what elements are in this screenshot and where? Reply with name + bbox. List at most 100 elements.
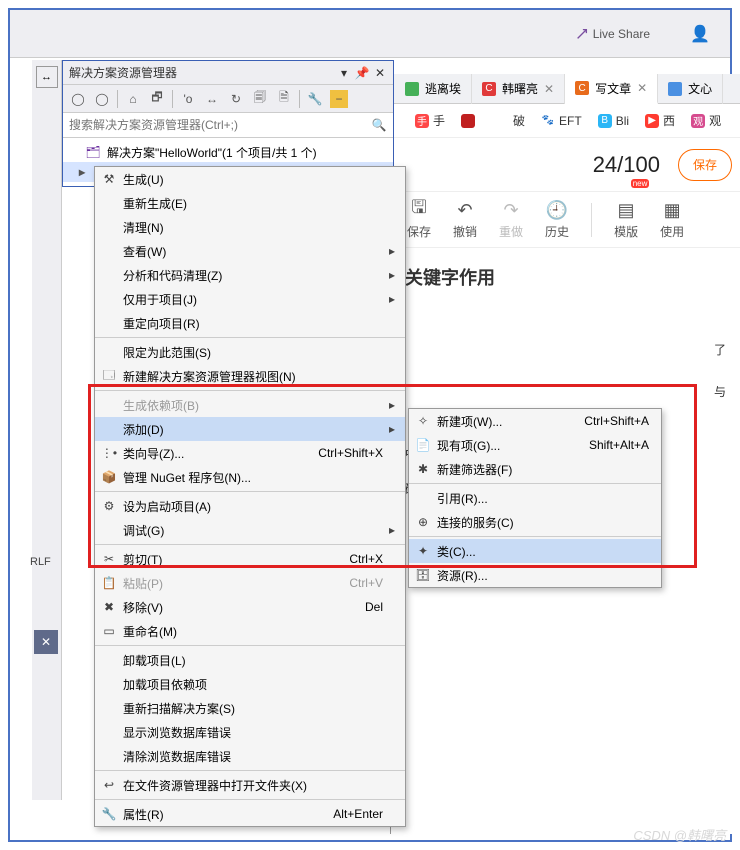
menu-item-label: 重定向项目(R) (123, 315, 387, 332)
collapse-icon[interactable]: ↔ (203, 90, 221, 108)
favorite-label: Bli (616, 114, 629, 128)
home-icon[interactable]: ⌂ (124, 90, 142, 108)
menu-item[interactable]: 分析和代码清理(Z)▸ (95, 263, 405, 287)
menu-item[interactable]: 清理(N) (95, 215, 405, 239)
highlight-icon[interactable]: − (330, 90, 348, 108)
menu-item[interactable]: 生成依赖项(B)▸ (95, 393, 405, 417)
menu-item[interactable]: 🔧属性(R)Alt+Enter (95, 802, 405, 826)
browser-tab[interactable]: C韩曙亮✕ (472, 74, 565, 104)
tool-label: 历史 (545, 223, 569, 240)
editor-tool[interactable]: ▤new模版 (614, 199, 638, 240)
editor-tool[interactable]: 🖫保存 (407, 199, 431, 240)
favorite-item[interactable]: B Bli (598, 114, 629, 128)
menu-item[interactable]: 调试(G)▸ (95, 518, 405, 542)
gear-icon: ⚙ (95, 499, 123, 513)
tab-close-icon[interactable]: ✕ (637, 81, 647, 95)
menu-item[interactable]: ⋮•类向导(Z)...Ctrl+Shift+X (95, 441, 405, 465)
save-button[interactable]: 保存 (678, 149, 732, 181)
menu-item[interactable]: 🗔新建解决方案资源管理器视图(N) (95, 364, 405, 388)
favorite-icon: ▶ (645, 114, 659, 128)
redo-icon: ↷ (500, 199, 522, 221)
favorite-icon: B (598, 114, 612, 128)
live-share-button[interactable]: Live Share (575, 27, 650, 41)
submenu-item[interactable]: 引用(R)... (409, 486, 661, 510)
refresh-icon[interactable]: 'o (179, 90, 197, 108)
submenu-item[interactable]: 📄现有项(G)...Shift+Alt+A (409, 433, 661, 457)
submenu-item-label: 连接的服务(C) (437, 514, 653, 531)
close-tab-icon[interactable]: ✕ (34, 630, 58, 654)
tool-label: 保存 (407, 223, 431, 240)
menu-item-label: 分析和代码清理(Z) (123, 267, 387, 284)
browser-tab[interactable]: 逃离埃 (395, 74, 472, 104)
favorite-item[interactable]: 🐾EFT (541, 114, 582, 128)
editor-tool[interactable]: ↷ 重做 (499, 199, 523, 240)
solution-node[interactable]: 🗂 解决方案"HelloWorld"(1 个项目/共 1 个) (63, 142, 393, 162)
menu-item[interactable]: 加载项目依赖项 (95, 672, 405, 696)
tab-close-icon[interactable]: ✕ (544, 82, 554, 96)
back-icon[interactable]: ◯ (69, 90, 87, 108)
tool-label: 重做 (499, 223, 523, 240)
wrench-icon[interactable]: 🔧 (306, 90, 324, 108)
preview-icon[interactable]: 🗎 (275, 90, 293, 108)
show-all-icon[interactable]: ↻ (227, 90, 245, 108)
menu-item-label: 限定为此范围(S) (123, 344, 387, 361)
menu-item[interactable]: ✂剪切(T)Ctrl+X (95, 547, 405, 571)
submenu-item[interactable]: ✱新建筛选器(F) (409, 457, 661, 481)
menu-item[interactable]: 清除浏览数据库错误 (95, 744, 405, 768)
sync-icon[interactable]: 🗗 (148, 90, 166, 108)
menu-item[interactable]: 📦管理 NuGet 程序包(N)... (95, 465, 405, 489)
submenu-item-label: 引用(R)... (437, 490, 653, 507)
menu-item[interactable]: 限定为此范围(S) (95, 340, 405, 364)
left-strip-tab[interactable]: ↔ (36, 66, 58, 88)
menu-item[interactable]: ⚙设为启动项目(A) (95, 494, 405, 518)
menu-item-label: 粘贴(P) (123, 575, 349, 592)
favorite-item[interactable]: 破 (495, 112, 525, 129)
search-input[interactable] (69, 118, 371, 132)
search-row: 🔍 (63, 113, 393, 138)
submenu-item[interactable]: ✧新建项(W)...Ctrl+Shift+A (409, 409, 661, 433)
person-icon[interactable]: 👤 (690, 24, 710, 44)
editor-tool[interactable]: 🕘 历史 (545, 199, 569, 240)
editor-tool[interactable]: ▦使用 (660, 199, 684, 240)
submenu-item[interactable]: ⊕连接的服务(C) (409, 510, 661, 534)
menu-item-label: 属性(R) (123, 806, 333, 823)
menu-item[interactable]: 重新扫描解决方案(S) (95, 696, 405, 720)
menu-item-label: 重新扫描解决方案(S) (123, 700, 387, 717)
menu-item-label: 生成依赖项(B) (123, 397, 387, 414)
dropdown-icon[interactable]: ▾ (337, 66, 351, 80)
fwd-icon[interactable]: ◯ (93, 90, 111, 108)
favorite-item[interactable] (461, 114, 479, 128)
menu-item-label: 在文件资源管理器中打开文件夹(X) (123, 777, 387, 794)
menu-item[interactable]: 查看(W)▸ (95, 239, 405, 263)
close-icon[interactable]: ✕ (373, 66, 387, 80)
menu-item[interactable]: 添加(D)▸ (95, 417, 405, 441)
editor-tool[interactable]: ↶撤销 (453, 199, 477, 240)
history-icon: 🕘 (546, 199, 568, 221)
favorite-item[interactable]: 手手 (415, 112, 445, 129)
menu-item[interactable]: ▭重命名(M) (95, 619, 405, 643)
search-icon[interactable]: 🔍 (371, 117, 387, 133)
menu-item[interactable]: 显示浏览数据库错误 (95, 720, 405, 744)
menu-shortcut: Ctrl+X (349, 552, 387, 566)
chevron-right-icon[interactable]: ▸ (77, 165, 87, 179)
tab-label: 文心 (688, 80, 712, 97)
browser-tab[interactable]: C写文章✕ (565, 74, 658, 104)
browser-tab[interactable]: 文心 (658, 74, 723, 104)
menu-item[interactable]: 卸载项目(L) (95, 648, 405, 672)
menu-item[interactable]: 📋粘贴(P)Ctrl+V (95, 571, 405, 595)
menu-item[interactable]: ✖移除(V)Del (95, 595, 405, 619)
menu-item[interactable]: ⚒生成(U) (95, 167, 405, 191)
menu-item[interactable]: 重新生成(E) (95, 191, 405, 215)
menu-item-label: 加载项目依赖项 (123, 676, 387, 693)
submenu-item[interactable]: ✦类(C)... (409, 539, 661, 563)
menu-item[interactable]: ↩在文件资源管理器中打开文件夹(X) (95, 773, 405, 797)
submenu-item[interactable]: 🗄资源(R)... (409, 563, 661, 587)
menu-item[interactable]: 仅用于项目(J)▸ (95, 287, 405, 311)
menu-item[interactable]: 重定向项目(R) (95, 311, 405, 335)
favorite-item[interactable]: 观观 (691, 112, 721, 129)
wizard-icon: ⋮• (95, 446, 123, 460)
props-icon[interactable]: 🗐 (251, 90, 269, 108)
favorite-item[interactable]: ▶西 (645, 112, 675, 129)
pin-icon[interactable]: 📌 (355, 66, 369, 80)
nuget-icon: 📦 (95, 470, 123, 484)
